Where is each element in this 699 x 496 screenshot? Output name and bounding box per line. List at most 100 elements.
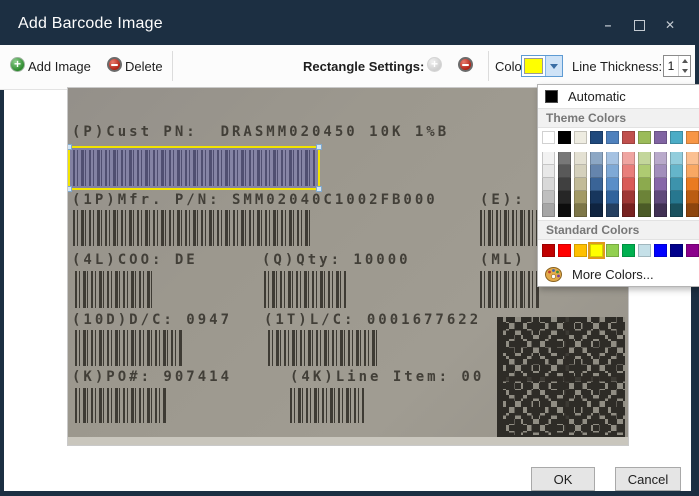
chevron-down-icon [550, 64, 558, 69]
delete-button[interactable]: Delete [125, 59, 163, 74]
color-swatch[interactable] [590, 204, 603, 217]
spinner-buttons [678, 56, 690, 76]
color-swatch[interactable] [654, 152, 667, 165]
color-swatch[interactable] [670, 191, 683, 204]
color-swatch[interactable] [670, 244, 683, 257]
line-thickness-spinner[interactable]: 1 [663, 55, 691, 77]
color-swatch[interactable] [686, 204, 699, 217]
combo-drop-button[interactable] [545, 56, 562, 76]
color-swatch[interactable] [606, 165, 619, 178]
color-swatch[interactable] [606, 204, 619, 217]
color-swatch[interactable] [686, 165, 699, 178]
resize-handle[interactable] [68, 144, 72, 150]
spin-up-button[interactable] [679, 56, 690, 66]
color-swatch[interactable] [606, 178, 619, 191]
color-swatch[interactable] [574, 165, 587, 178]
color-swatch[interactable] [638, 165, 651, 178]
color-swatch[interactable] [542, 152, 555, 165]
color-swatch[interactable] [670, 178, 683, 191]
color-swatch[interactable] [654, 244, 667, 257]
barcode [290, 388, 364, 423]
color-swatch[interactable] [590, 131, 603, 144]
color-swatch[interactable] [606, 191, 619, 204]
color-combobox[interactable] [521, 55, 563, 77]
color-swatch[interactable] [654, 191, 667, 204]
maximize-button[interactable] [632, 18, 646, 32]
color-swatch[interactable] [622, 191, 635, 204]
color-swatch[interactable] [654, 131, 667, 144]
rectangle-settings-label: Rectangle Settings: [303, 59, 424, 74]
color-swatch[interactable] [670, 152, 683, 165]
color-swatch[interactable] [558, 152, 571, 165]
standard-colors-row [542, 244, 699, 257]
color-swatch[interactable] [574, 131, 587, 144]
color-swatch[interactable] [574, 244, 587, 257]
color-swatch[interactable] [622, 165, 635, 178]
delete-icon[interactable] [107, 57, 122, 72]
color-swatch[interactable] [638, 178, 651, 191]
color-swatch[interactable] [590, 165, 603, 178]
window-controls: – ✕ [601, 18, 677, 32]
automatic-option[interactable]: Automatic [538, 86, 699, 107]
color-swatch[interactable] [622, 244, 635, 257]
color-swatch[interactable] [542, 165, 555, 178]
color-swatch[interactable] [542, 131, 555, 144]
color-swatch[interactable] [574, 204, 587, 217]
minimize-button[interactable]: – [601, 18, 615, 32]
color-swatch[interactable] [670, 204, 683, 217]
color-swatch[interactable] [590, 152, 603, 165]
color-swatch[interactable] [622, 131, 635, 144]
ok-button[interactable]: OK [531, 467, 595, 491]
color-swatch[interactable] [574, 178, 587, 191]
color-swatch[interactable] [558, 244, 571, 257]
selection-rectangle[interactable] [68, 146, 320, 190]
maximize-icon [634, 20, 645, 31]
dialog-window: Add Barcode Image – ✕ Add Image Delete R… [0, 0, 699, 496]
color-swatch[interactable] [686, 152, 699, 165]
color-swatch[interactable] [686, 131, 699, 144]
color-swatch[interactable] [590, 244, 603, 257]
color-swatch[interactable] [638, 131, 651, 144]
resize-handle[interactable] [316, 144, 322, 150]
more-colors-option[interactable]: More Colors... [538, 262, 699, 286]
color-swatch[interactable] [558, 191, 571, 204]
close-button[interactable]: ✕ [663, 18, 677, 32]
color-swatch[interactable] [558, 131, 571, 144]
add-image-icon[interactable] [10, 57, 25, 72]
color-swatch[interactable] [606, 244, 619, 257]
color-swatch[interactable] [606, 131, 619, 144]
theme-colors-header: Theme Colors [538, 108, 699, 128]
color-swatch[interactable] [686, 244, 699, 257]
color-swatch[interactable] [558, 178, 571, 191]
color-swatch[interactable] [654, 204, 667, 217]
color-swatch[interactable] [590, 191, 603, 204]
color-swatch[interactable] [542, 204, 555, 217]
color-swatch[interactable] [558, 204, 571, 217]
color-swatch[interactable] [622, 204, 635, 217]
delete-rectangle-icon[interactable] [458, 57, 473, 72]
cancel-button[interactable]: Cancel [615, 467, 681, 491]
color-swatch[interactable] [670, 131, 683, 144]
color-swatch[interactable] [638, 204, 651, 217]
spin-down-button[interactable] [679, 66, 690, 76]
color-swatch[interactable] [638, 244, 651, 257]
color-swatch[interactable] [590, 178, 603, 191]
color-swatch[interactable] [542, 191, 555, 204]
color-swatch[interactable] [542, 244, 555, 257]
color-swatch[interactable] [654, 165, 667, 178]
color-swatch[interactable] [638, 191, 651, 204]
color-swatch[interactable] [606, 152, 619, 165]
color-swatch[interactable] [558, 165, 571, 178]
color-swatch[interactable] [670, 165, 683, 178]
theme-color-column [654, 131, 667, 217]
color-swatch[interactable] [686, 178, 699, 191]
color-swatch[interactable] [542, 178, 555, 191]
color-swatch[interactable] [638, 152, 651, 165]
color-swatch[interactable] [654, 178, 667, 191]
color-swatch[interactable] [574, 191, 587, 204]
color-swatch[interactable] [574, 152, 587, 165]
color-swatch[interactable] [686, 191, 699, 204]
color-swatch[interactable] [622, 152, 635, 165]
add-image-button[interactable]: Add Image [28, 59, 91, 74]
color-swatch[interactable] [622, 178, 635, 191]
